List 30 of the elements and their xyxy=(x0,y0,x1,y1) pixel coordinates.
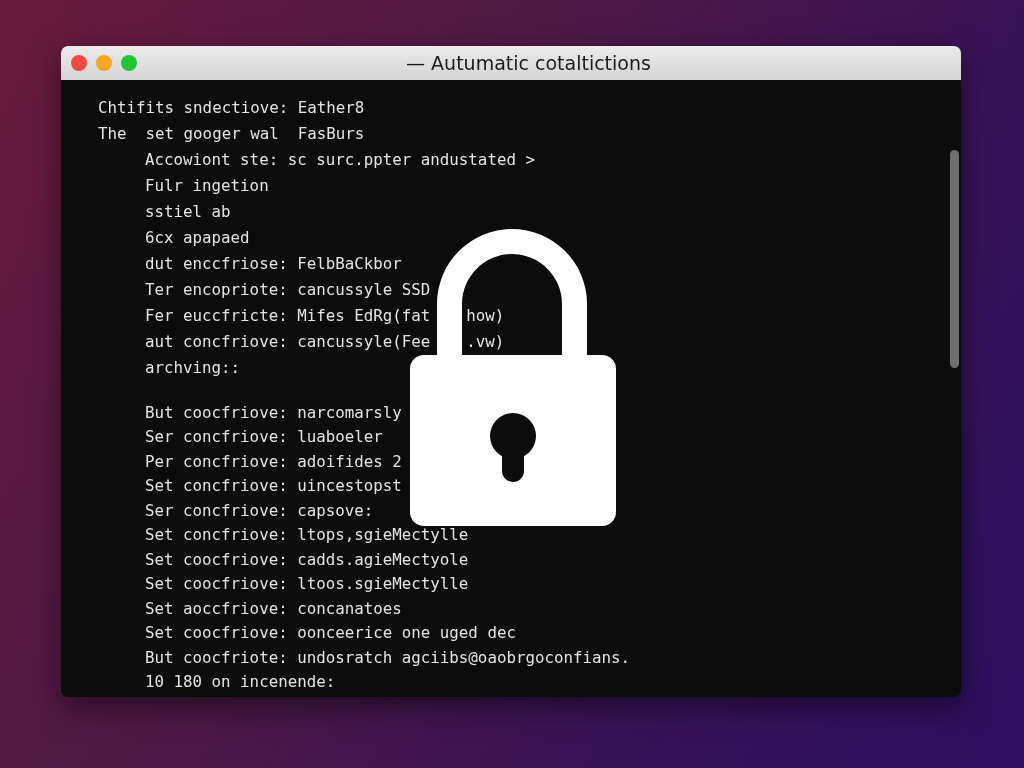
terminal-line: dut enccfriose: FelbBaCkbor xyxy=(145,253,402,273)
terminal-line: Ter encopriote: cancussyle SSD xyxy=(145,279,431,299)
terminal-line: Set concfriove: uincestopst xyxy=(145,476,402,496)
terminal-line: Fer euccfricte: Mifes EdRg(fat xyxy=(145,305,431,325)
close-button[interactable] xyxy=(71,55,87,71)
terminal-line: Set coocfriove: oonceerice one uged dec xyxy=(145,623,516,643)
terminal-line: Chtifits sndectiove: Eather8 xyxy=(98,97,365,117)
terminal-line: 10 180 on incenende: xyxy=(145,672,336,692)
terminal-line: Per concfriove: adoifides 2 xyxy=(145,451,402,471)
terminal-line: Set concfriove: ltops,sgieMectylle xyxy=(145,525,469,545)
terminal-line: aut concfriove: cancussyle(Fee xyxy=(145,331,431,351)
terminal-line: sstiel ab xyxy=(145,201,231,221)
terminal-line: Ser concfriove: luaboeler xyxy=(145,427,383,447)
terminal-line: archving:: xyxy=(145,357,241,377)
terminal-line: 6cx apapaed xyxy=(145,227,250,247)
scrollbar-thumb[interactable] xyxy=(950,150,959,368)
window-title: — Autumatic cotaltictions xyxy=(405,52,651,74)
terminal-line: Set aoccfriove: concanatoes xyxy=(145,598,402,618)
terminal-line: Set coocfriove: ltoos.sgieMectylle xyxy=(145,574,469,594)
terminal-line: Fulr ingetion xyxy=(145,175,269,195)
terminal-line: Set coocfriove: cadds.agieMectyole xyxy=(145,549,469,569)
terminal-line: But coocfriote: undosratch agciibs@oaobrgoconfians. xyxy=(145,647,631,667)
terminal-text: how) xyxy=(466,305,505,325)
terminal-line: The set googer wal FasBurs xyxy=(98,123,365,143)
terminal-line: Accowiont ste: sc surc.ppter andustated > xyxy=(145,149,535,169)
terminal-line: Ser concfriove: capsove: xyxy=(145,500,374,520)
terminal-text: .vw) xyxy=(466,331,505,351)
minimize-button[interactable] xyxy=(96,55,112,71)
terminal-line: But coocfriove: narcomarsly xyxy=(145,402,402,422)
zoom-button[interactable] xyxy=(121,55,137,71)
